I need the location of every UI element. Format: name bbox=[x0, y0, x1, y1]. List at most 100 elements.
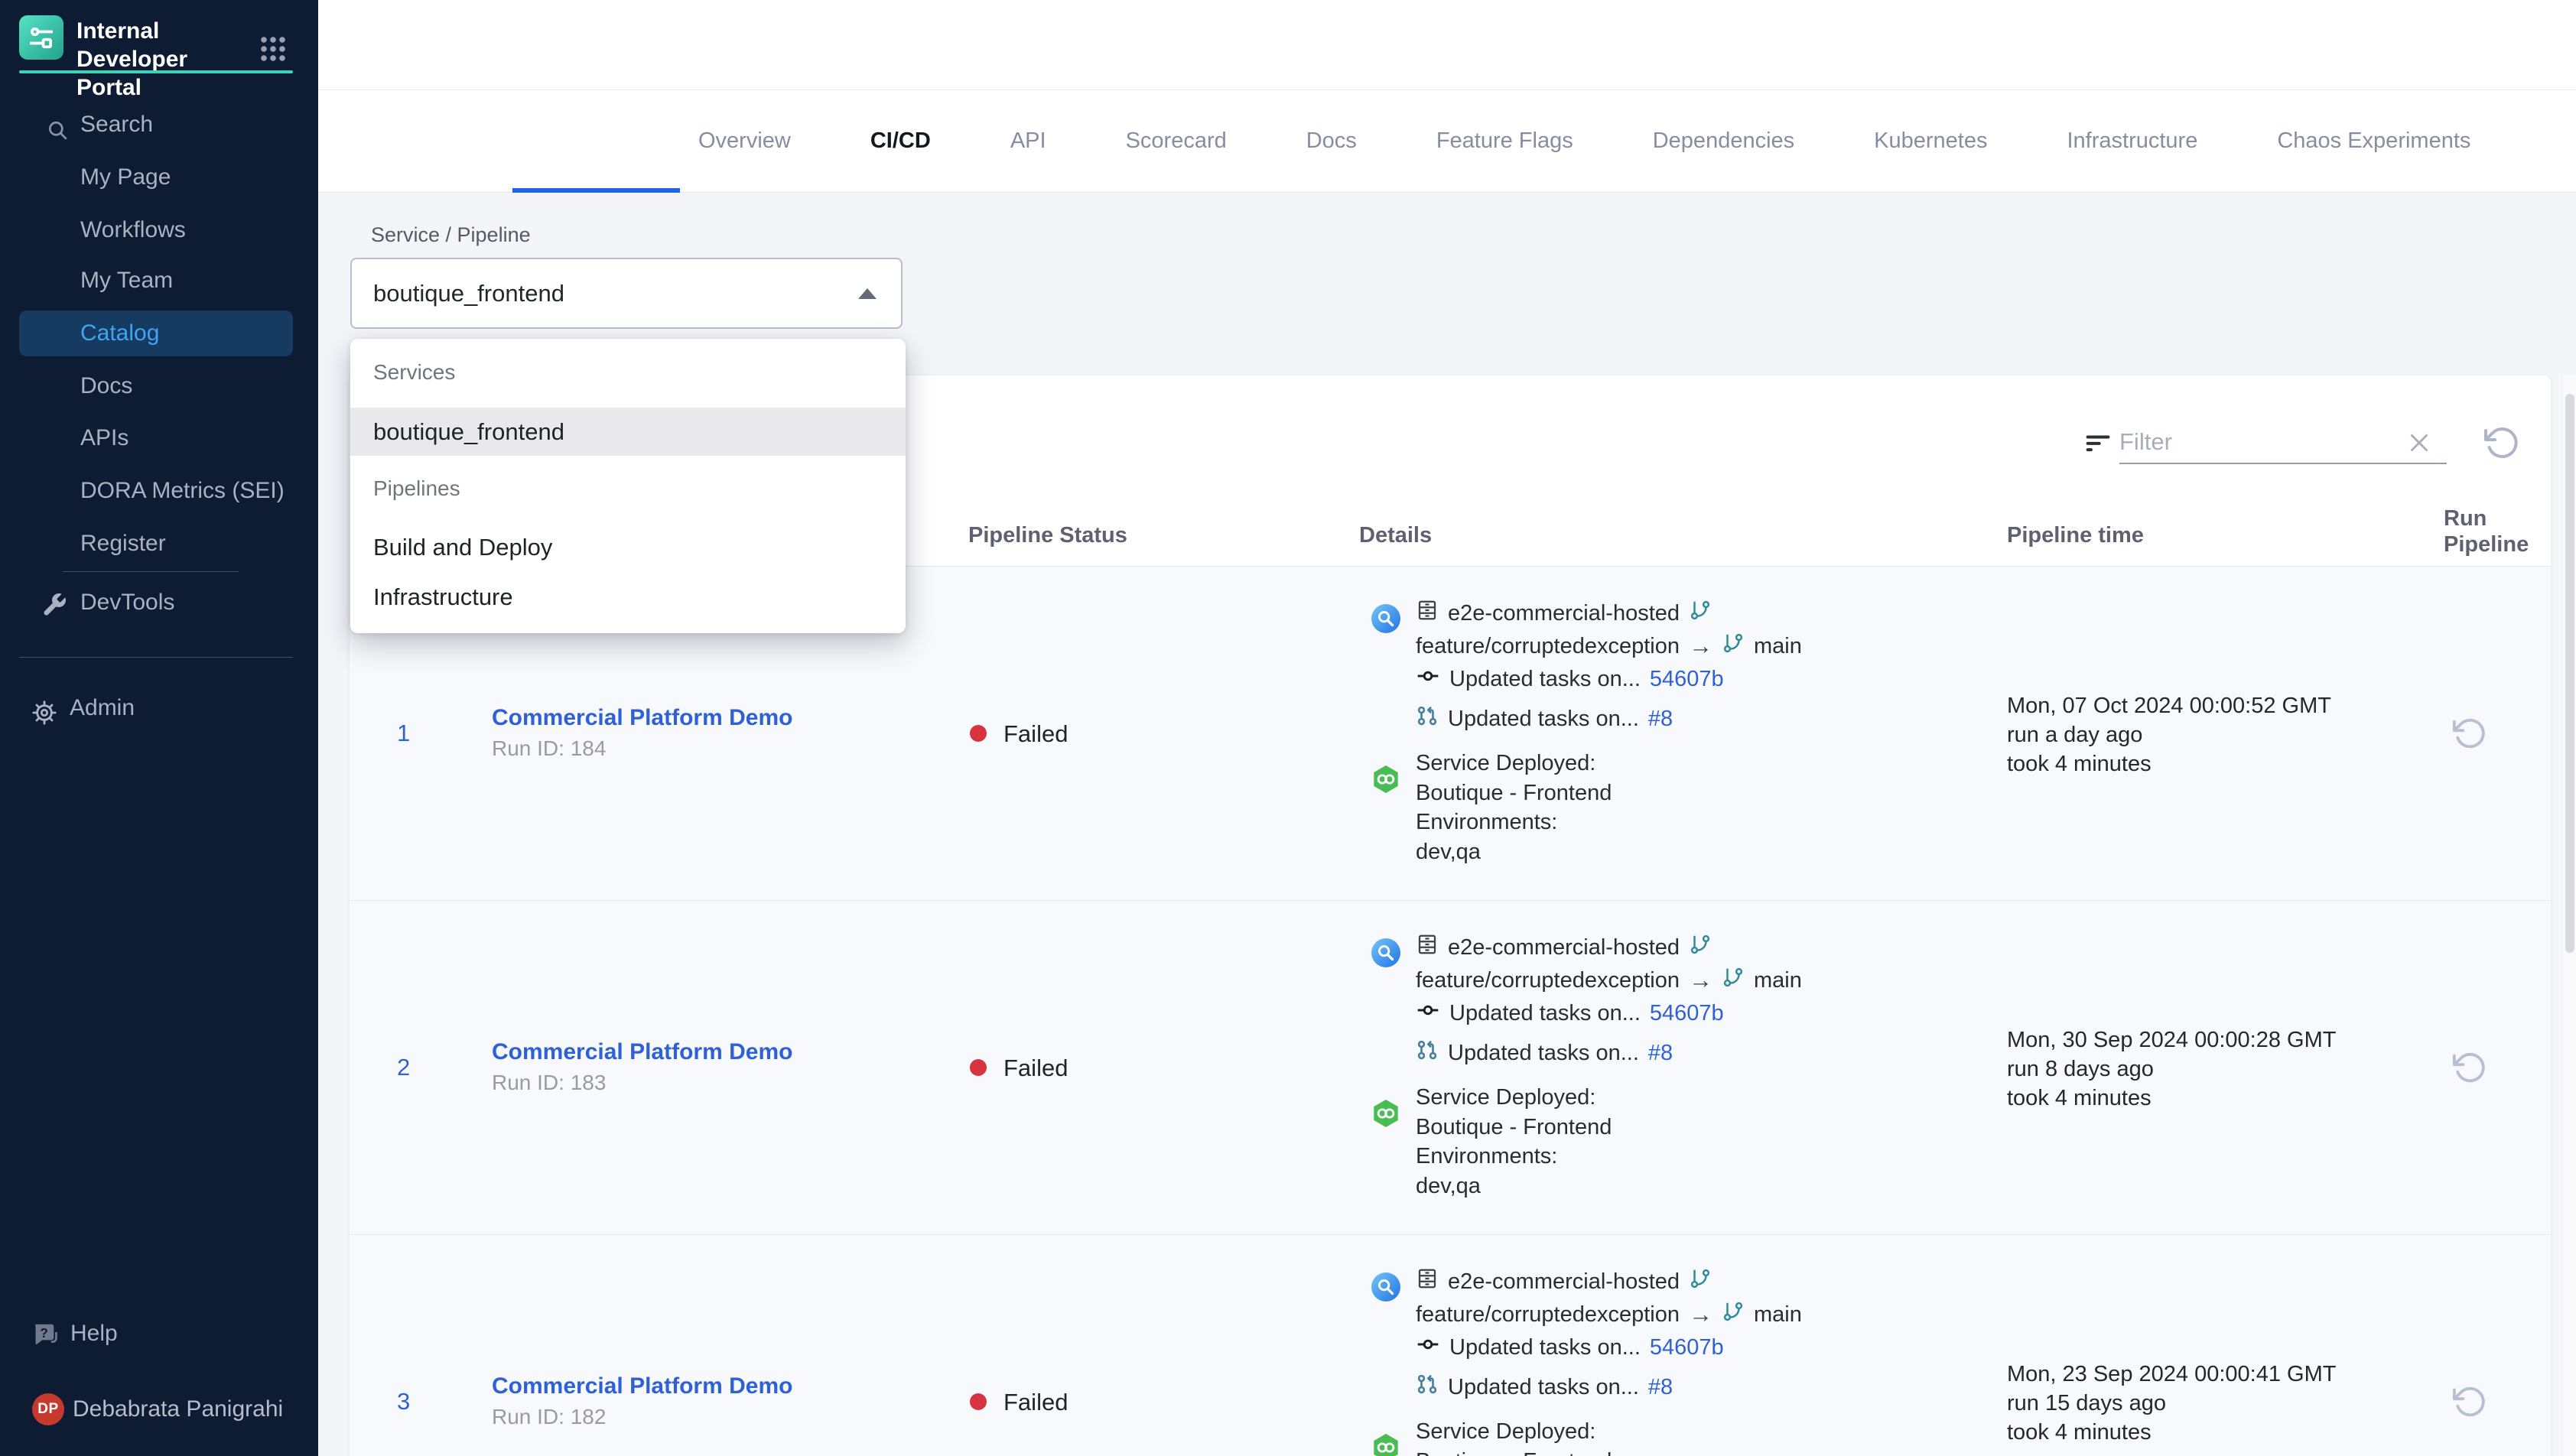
arrow-right-icon: → bbox=[1689, 632, 1712, 660]
pr-number-link[interactable]: #8 bbox=[1648, 1375, 1673, 1400]
refresh-icon[interactable] bbox=[2483, 424, 2520, 465]
sidebar-user-menu[interactable]: DP Debabrata Panigrahi bbox=[19, 1386, 293, 1432]
tab-infrastructure[interactable]: Infrastructure bbox=[2067, 128, 2197, 154]
sidebar-item-label: APIs bbox=[80, 425, 128, 450]
git-branch-icon bbox=[1722, 1300, 1745, 1329]
cd-module-icon bbox=[1371, 765, 1400, 798]
entity-header bbox=[318, 0, 2576, 90]
sidebar-item-register[interactable]: Register bbox=[19, 521, 293, 567]
sidebar-item-my-team[interactable]: My Team bbox=[19, 258, 293, 304]
row-index: 1 bbox=[397, 720, 410, 747]
sidebar-item-admin[interactable]: Admin bbox=[19, 685, 293, 731]
pipeline-dropdown: Services boutique_frontend Pipelines Bui… bbox=[350, 339, 906, 633]
repo-icon bbox=[1416, 933, 1439, 962]
gear-icon bbox=[31, 696, 57, 742]
sidebar-item-apis[interactable]: APIs bbox=[19, 415, 293, 461]
run-ago: run 15 days ago bbox=[2007, 1389, 2336, 1418]
tab-dependencies[interactable]: Dependencies bbox=[1653, 128, 1794, 154]
tab-docs[interactable]: Docs bbox=[1306, 128, 1357, 154]
rerun-pipeline-icon[interactable] bbox=[2452, 716, 2487, 755]
active-tab-indicator bbox=[512, 188, 680, 193]
sidebar-item-label: Catalog bbox=[80, 320, 159, 346]
tab-api[interactable]: API bbox=[1010, 128, 1046, 154]
app-switcher-icon[interactable] bbox=[255, 31, 291, 71]
pipeline-name-link[interactable]: Commercial Platform Demo bbox=[492, 1373, 792, 1399]
pr-number-link[interactable]: #8 bbox=[1648, 707, 1673, 732]
environments-label: Environments: bbox=[1416, 808, 1557, 836]
scrollbar-track[interactable] bbox=[2563, 375, 2576, 1456]
pipeline-name-link[interactable]: Commercial Platform Demo bbox=[492, 1039, 792, 1065]
run-date: Mon, 30 Sep 2024 00:00:28 GMT bbox=[2007, 1025, 2336, 1055]
target-branch: main bbox=[1754, 1302, 1802, 1328]
sidebar-item-devtools[interactable]: DevTools bbox=[19, 580, 293, 626]
git-commit-icon bbox=[1416, 664, 1440, 694]
sidebar-item-label: Help bbox=[70, 1321, 118, 1346]
table-filter bbox=[2083, 421, 2447, 467]
git-branch-icon bbox=[1689, 599, 1712, 628]
sidebar-item-label: DORA Metrics (SEI) bbox=[80, 478, 285, 503]
sidebar-item-label: My Team bbox=[80, 268, 173, 293]
tab-feature-flags[interactable]: Feature Flags bbox=[1436, 128, 1573, 154]
commit-sha-link[interactable]: 54607b bbox=[1650, 1001, 1724, 1026]
sidebar-item-catalog[interactable]: Catalog bbox=[19, 310, 293, 356]
clear-filter-icon[interactable] bbox=[2405, 429, 2433, 460]
sidebar-item-label: My Page bbox=[80, 164, 171, 190]
pipeline-name-link[interactable]: Commercial Platform Demo bbox=[492, 705, 792, 731]
tab-cicd[interactable]: CI/CD bbox=[870, 128, 931, 154]
scrollbar-thumb[interactable] bbox=[2565, 394, 2574, 953]
filter-icon bbox=[2083, 427, 2113, 462]
tab-scorecard[interactable]: Scorecard bbox=[1126, 128, 1227, 154]
pipeline-select[interactable]: boutique_frontend bbox=[350, 258, 903, 329]
filter-input[interactable] bbox=[2119, 421, 2447, 464]
environments-value: dev,qa bbox=[1416, 1172, 1481, 1200]
arrow-right-icon: → bbox=[1689, 967, 1712, 994]
chevron-up-icon bbox=[858, 288, 877, 299]
deployed-label: Service Deployed: bbox=[1416, 1084, 1595, 1111]
rerun-pipeline-icon[interactable] bbox=[2452, 1384, 2487, 1423]
detail-pr-line: Updated tasks on... #8 bbox=[1416, 705, 1673, 733]
tab-overview[interactable]: Overview bbox=[698, 128, 791, 154]
user-name: Debabrata Panigrahi bbox=[73, 1396, 283, 1422]
ci-module-icon bbox=[1371, 938, 1400, 971]
run-duration: took 4 minutes bbox=[2007, 1084, 2336, 1113]
sidebar-item-workflows[interactable]: Workflows bbox=[19, 207, 293, 253]
status-failed-dot bbox=[970, 725, 987, 742]
repo-icon bbox=[1416, 599, 1439, 628]
pr-message: Updated tasks on... bbox=[1448, 707, 1639, 732]
pipeline-picker-label: Service / Pipeline bbox=[371, 223, 531, 247]
tab-kubernetes[interactable]: Kubernetes bbox=[1874, 128, 1987, 154]
sidebar-divider bbox=[63, 571, 239, 572]
sidebar-item-docs[interactable]: Docs bbox=[19, 363, 293, 409]
sidebar-item-label: DevTools bbox=[80, 590, 174, 615]
status-text: Failed bbox=[1003, 1055, 1068, 1082]
row-index: 3 bbox=[397, 1388, 410, 1415]
commit-message: Updated tasks on... bbox=[1449, 1001, 1641, 1026]
pipeline-time: Mon, 07 Oct 2024 00:00:52 GMT run a day … bbox=[2007, 691, 2331, 778]
git-branch-icon bbox=[1722, 966, 1745, 995]
dropdown-group-pipelines: Pipelines bbox=[373, 476, 460, 501]
rerun-pipeline-icon[interactable] bbox=[2452, 1050, 2487, 1089]
sidebar-item-help[interactable]: ? Help bbox=[19, 1311, 293, 1357]
dropdown-option-build-and-deploy[interactable]: Build and Deploy bbox=[350, 526, 906, 568]
tab-chaos-experiments[interactable]: Chaos Experiments bbox=[2277, 128, 2470, 154]
detail-branch-line: feature/corruptedexception → main bbox=[1416, 632, 1802, 660]
sidebar-item-my-page[interactable]: My Page bbox=[19, 154, 293, 200]
sidebar-item-search[interactable]: Search bbox=[19, 102, 293, 148]
column-header-run-pipeline: Run Pipeline bbox=[2444, 505, 2566, 557]
commit-sha-link[interactable]: 54607b bbox=[1650, 667, 1724, 692]
commit-sha-link[interactable]: 54607b bbox=[1650, 1335, 1724, 1360]
entity-tabs: Overview CI/CD API Scorecard Docs Featur… bbox=[318, 90, 2576, 193]
run-id: Run ID: 184 bbox=[492, 736, 606, 761]
pipeline-time: Mon, 30 Sep 2024 00:00:28 GMT run 8 days… bbox=[2007, 1025, 2336, 1113]
detail-repo-line: e2e-commercial-hosted bbox=[1416, 934, 1712, 961]
cd-module-icon bbox=[1371, 1433, 1400, 1456]
run-ago: run a day ago bbox=[2007, 720, 2331, 749]
dropdown-option-boutique-frontend[interactable]: boutique_frontend bbox=[350, 408, 906, 456]
status-text: Failed bbox=[1003, 1389, 1068, 1416]
pr-number-link[interactable]: #8 bbox=[1648, 1041, 1673, 1066]
app-logo-icon[interactable] bbox=[19, 15, 63, 60]
sidebar-item-dora-metrics[interactable]: DORA Metrics (SEI) bbox=[19, 468, 293, 514]
sidebar-item-label: Docs bbox=[80, 373, 132, 398]
dropdown-option-infrastructure[interactable]: Infrastructure bbox=[350, 576, 906, 618]
git-commit-icon bbox=[1416, 1332, 1440, 1363]
